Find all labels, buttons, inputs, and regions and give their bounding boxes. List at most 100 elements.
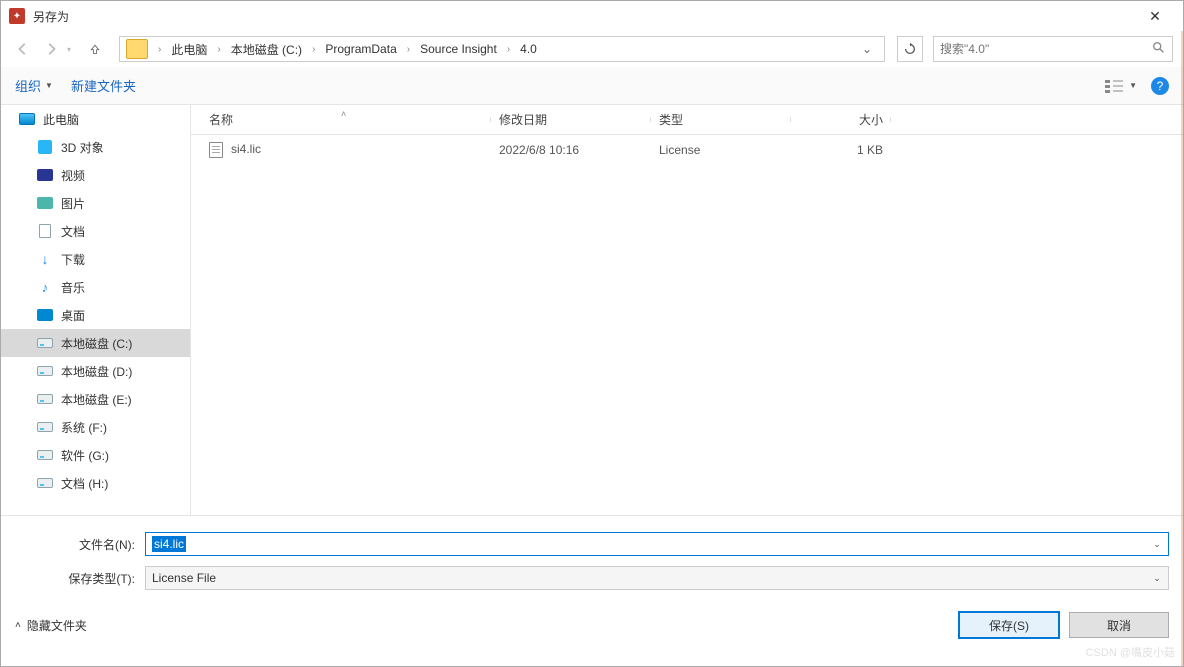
close-button[interactable]: ✕ bbox=[1135, 2, 1175, 30]
edge-decoration bbox=[1181, 31, 1183, 666]
music-icon: ♪ bbox=[37, 280, 53, 294]
sidebar-item[interactable]: 此电脑 bbox=[1, 105, 190, 133]
file-pane: 名称 ˄ 修改日期 类型 大小 si4.lic 2022/6/8 10:16Lic… bbox=[191, 105, 1183, 515]
chevron-down-icon: ▼ bbox=[1129, 81, 1137, 90]
sidebar-item-label: 下载 bbox=[61, 251, 85, 268]
drive-icon bbox=[37, 364, 53, 378]
organize-button[interactable]: 组织 ▼ bbox=[15, 76, 53, 95]
sidebar-item[interactable]: 本地磁盘 (E:) bbox=[1, 385, 190, 413]
file-name: si4.lic bbox=[231, 142, 261, 156]
breadcrumb-bar[interactable]: › 此电脑 › 本地磁盘 (C:) › ProgramData › Source… bbox=[119, 36, 885, 62]
save-button[interactable]: 保存(S) bbox=[959, 612, 1059, 638]
cancel-button[interactable]: 取消 bbox=[1069, 612, 1169, 638]
sidebar[interactable]: 此电脑 3D 对象视频图片文档 ↓ 下载 ♪音乐桌面本地磁盘 (C:) 本地磁盘 (D:)… bbox=[1, 105, 191, 515]
filename-label: 文件名(N): bbox=[15, 536, 145, 553]
file-date: 2022/6/8 10:16 bbox=[491, 143, 651, 157]
drive-icon bbox=[37, 448, 53, 462]
sidebar-item-label: 图片 bbox=[61, 195, 85, 212]
sidebar-item-label: 本地磁盘 (C:) bbox=[61, 335, 132, 352]
window-title: 另存为 bbox=[33, 8, 69, 25]
up-button[interactable] bbox=[83, 37, 107, 61]
pic-icon bbox=[37, 196, 53, 210]
sidebar-item-label: 文档 bbox=[61, 223, 85, 240]
search-icon[interactable] bbox=[1152, 41, 1166, 58]
folder-icon bbox=[126, 39, 148, 59]
filetype-dropdown-icon[interactable]: ⌄ bbox=[1148, 569, 1166, 587]
history-dropdown-icon[interactable]: ▾ bbox=[67, 45, 79, 54]
column-name[interactable]: 名称 ˄ bbox=[191, 111, 491, 128]
view-options-button[interactable]: ▼ bbox=[1105, 79, 1137, 93]
sidebar-item[interactable]: 系统 (F:) bbox=[1, 413, 190, 441]
filename-value[interactable]: si4.lic bbox=[152, 536, 186, 552]
filename-dropdown-icon[interactable]: ⌄ bbox=[1148, 535, 1166, 553]
sidebar-item-label: 本地磁盘 (D:) bbox=[61, 363, 132, 380]
search-input[interactable] bbox=[940, 42, 1152, 56]
desk-icon bbox=[37, 308, 53, 322]
sidebar-item-label: 视频 bbox=[61, 167, 85, 184]
sidebar-item[interactable]: 视频 bbox=[1, 161, 190, 189]
breadcrumb-dropdown-icon[interactable]: ⌄ bbox=[856, 42, 878, 56]
breadcrumb-item[interactable]: ProgramData bbox=[321, 42, 400, 56]
file-icon bbox=[209, 142, 223, 158]
sidebar-item-label: 本地磁盘 (E:) bbox=[61, 391, 132, 408]
hide-folders-toggle[interactable]: ˄ 隐藏文件夹 bbox=[15, 617, 87, 634]
monitor-icon bbox=[19, 112, 35, 126]
chevron-down-icon: ▼ bbox=[45, 81, 53, 90]
file-row[interactable]: si4.lic 2022/6/8 10:16License1 KB bbox=[191, 135, 1183, 165]
doc-icon bbox=[37, 224, 53, 238]
column-size[interactable]: 大小 bbox=[791, 111, 891, 128]
list-header: 名称 ˄ 修改日期 类型 大小 bbox=[191, 105, 1183, 135]
toolbar: 组织 ▼ 新建文件夹 ▼ ? bbox=[1, 67, 1183, 105]
title-bar: ✦ 另存为 ✕ bbox=[1, 1, 1183, 31]
filename-field[interactable]: si4.lic ⌄ bbox=[145, 532, 1169, 556]
main-area: 此电脑 3D 对象视频图片文档 ↓ 下载 ♪音乐桌面本地磁盘 (C:) 本地磁盘 (D:)… bbox=[1, 105, 1183, 515]
sidebar-item[interactable]: 图片 bbox=[1, 189, 190, 217]
sort-indicator-icon: ˄ bbox=[341, 109, 346, 119]
filetype-label: 保存类型(T): bbox=[15, 570, 145, 587]
sidebar-item-label: 系统 (F:) bbox=[61, 419, 107, 436]
chevron-right-icon: › bbox=[501, 44, 516, 55]
sidebar-item[interactable]: 本地磁盘 (D:) bbox=[1, 357, 190, 385]
refresh-button[interactable] bbox=[897, 36, 923, 62]
back-button[interactable] bbox=[11, 37, 35, 61]
new-folder-button[interactable]: 新建文件夹 bbox=[71, 76, 136, 95]
chevron-right-icon: › bbox=[211, 44, 226, 55]
sidebar-item-label: 3D 对象 bbox=[61, 139, 104, 156]
file-size: 1 KB bbox=[791, 143, 891, 157]
column-type[interactable]: 类型 bbox=[651, 111, 791, 128]
nav-row: ▾ › 此电脑 › 本地磁盘 (C:) › ProgramData › Sour… bbox=[1, 31, 1183, 67]
chevron-right-icon: › bbox=[306, 44, 321, 55]
sidebar-item-label: 桌面 bbox=[61, 307, 85, 324]
chevron-up-icon: ˄ bbox=[15, 620, 21, 631]
footer: ˄ 隐藏文件夹 保存(S) 取消 bbox=[1, 600, 1183, 650]
forward-button[interactable] bbox=[39, 37, 63, 61]
bottom-form: 文件名(N): si4.lic ⌄ 保存类型(T): License File … bbox=[1, 515, 1183, 590]
video-icon bbox=[37, 168, 53, 182]
chevron-right-icon: › bbox=[401, 44, 416, 55]
app-icon: ✦ bbox=[9, 8, 25, 24]
breadcrumb-item[interactable]: 4.0 bbox=[516, 42, 541, 56]
down-icon: ↓ bbox=[37, 252, 53, 266]
sidebar-item[interactable]: 本地磁盘 (C:) bbox=[1, 329, 190, 357]
chevron-right-icon: › bbox=[152, 44, 167, 55]
column-date[interactable]: 修改日期 bbox=[491, 111, 651, 128]
drive-icon bbox=[37, 336, 53, 350]
sidebar-item-label: 此电脑 bbox=[43, 111, 79, 128]
drive-icon bbox=[37, 476, 53, 490]
sidebar-item[interactable]: 文档 bbox=[1, 217, 190, 245]
file-type: License bbox=[651, 143, 791, 157]
breadcrumb-item[interactable]: 本地磁盘 (C:) bbox=[227, 41, 306, 58]
search-box[interactable] bbox=[933, 36, 1173, 62]
filetype-value: License File bbox=[152, 571, 216, 585]
breadcrumb-item[interactable]: 此电脑 bbox=[167, 41, 211, 58]
sidebar-item[interactable]: ♪音乐 bbox=[1, 273, 190, 301]
sidebar-item-label: 软件 (G:) bbox=[61, 447, 109, 464]
breadcrumb-item[interactable]: Source Insight bbox=[416, 42, 501, 56]
help-button[interactable]: ? bbox=[1151, 77, 1169, 95]
sidebar-item[interactable]: 文档 (H:) bbox=[1, 469, 190, 497]
sidebar-item[interactable]: ↓ 下载 bbox=[1, 245, 190, 273]
sidebar-item[interactable]: 桌面 bbox=[1, 301, 190, 329]
filetype-field[interactable]: License File ⌄ bbox=[145, 566, 1169, 590]
sidebar-item[interactable]: 软件 (G:) bbox=[1, 441, 190, 469]
sidebar-item[interactable]: 3D 对象 bbox=[1, 133, 190, 161]
